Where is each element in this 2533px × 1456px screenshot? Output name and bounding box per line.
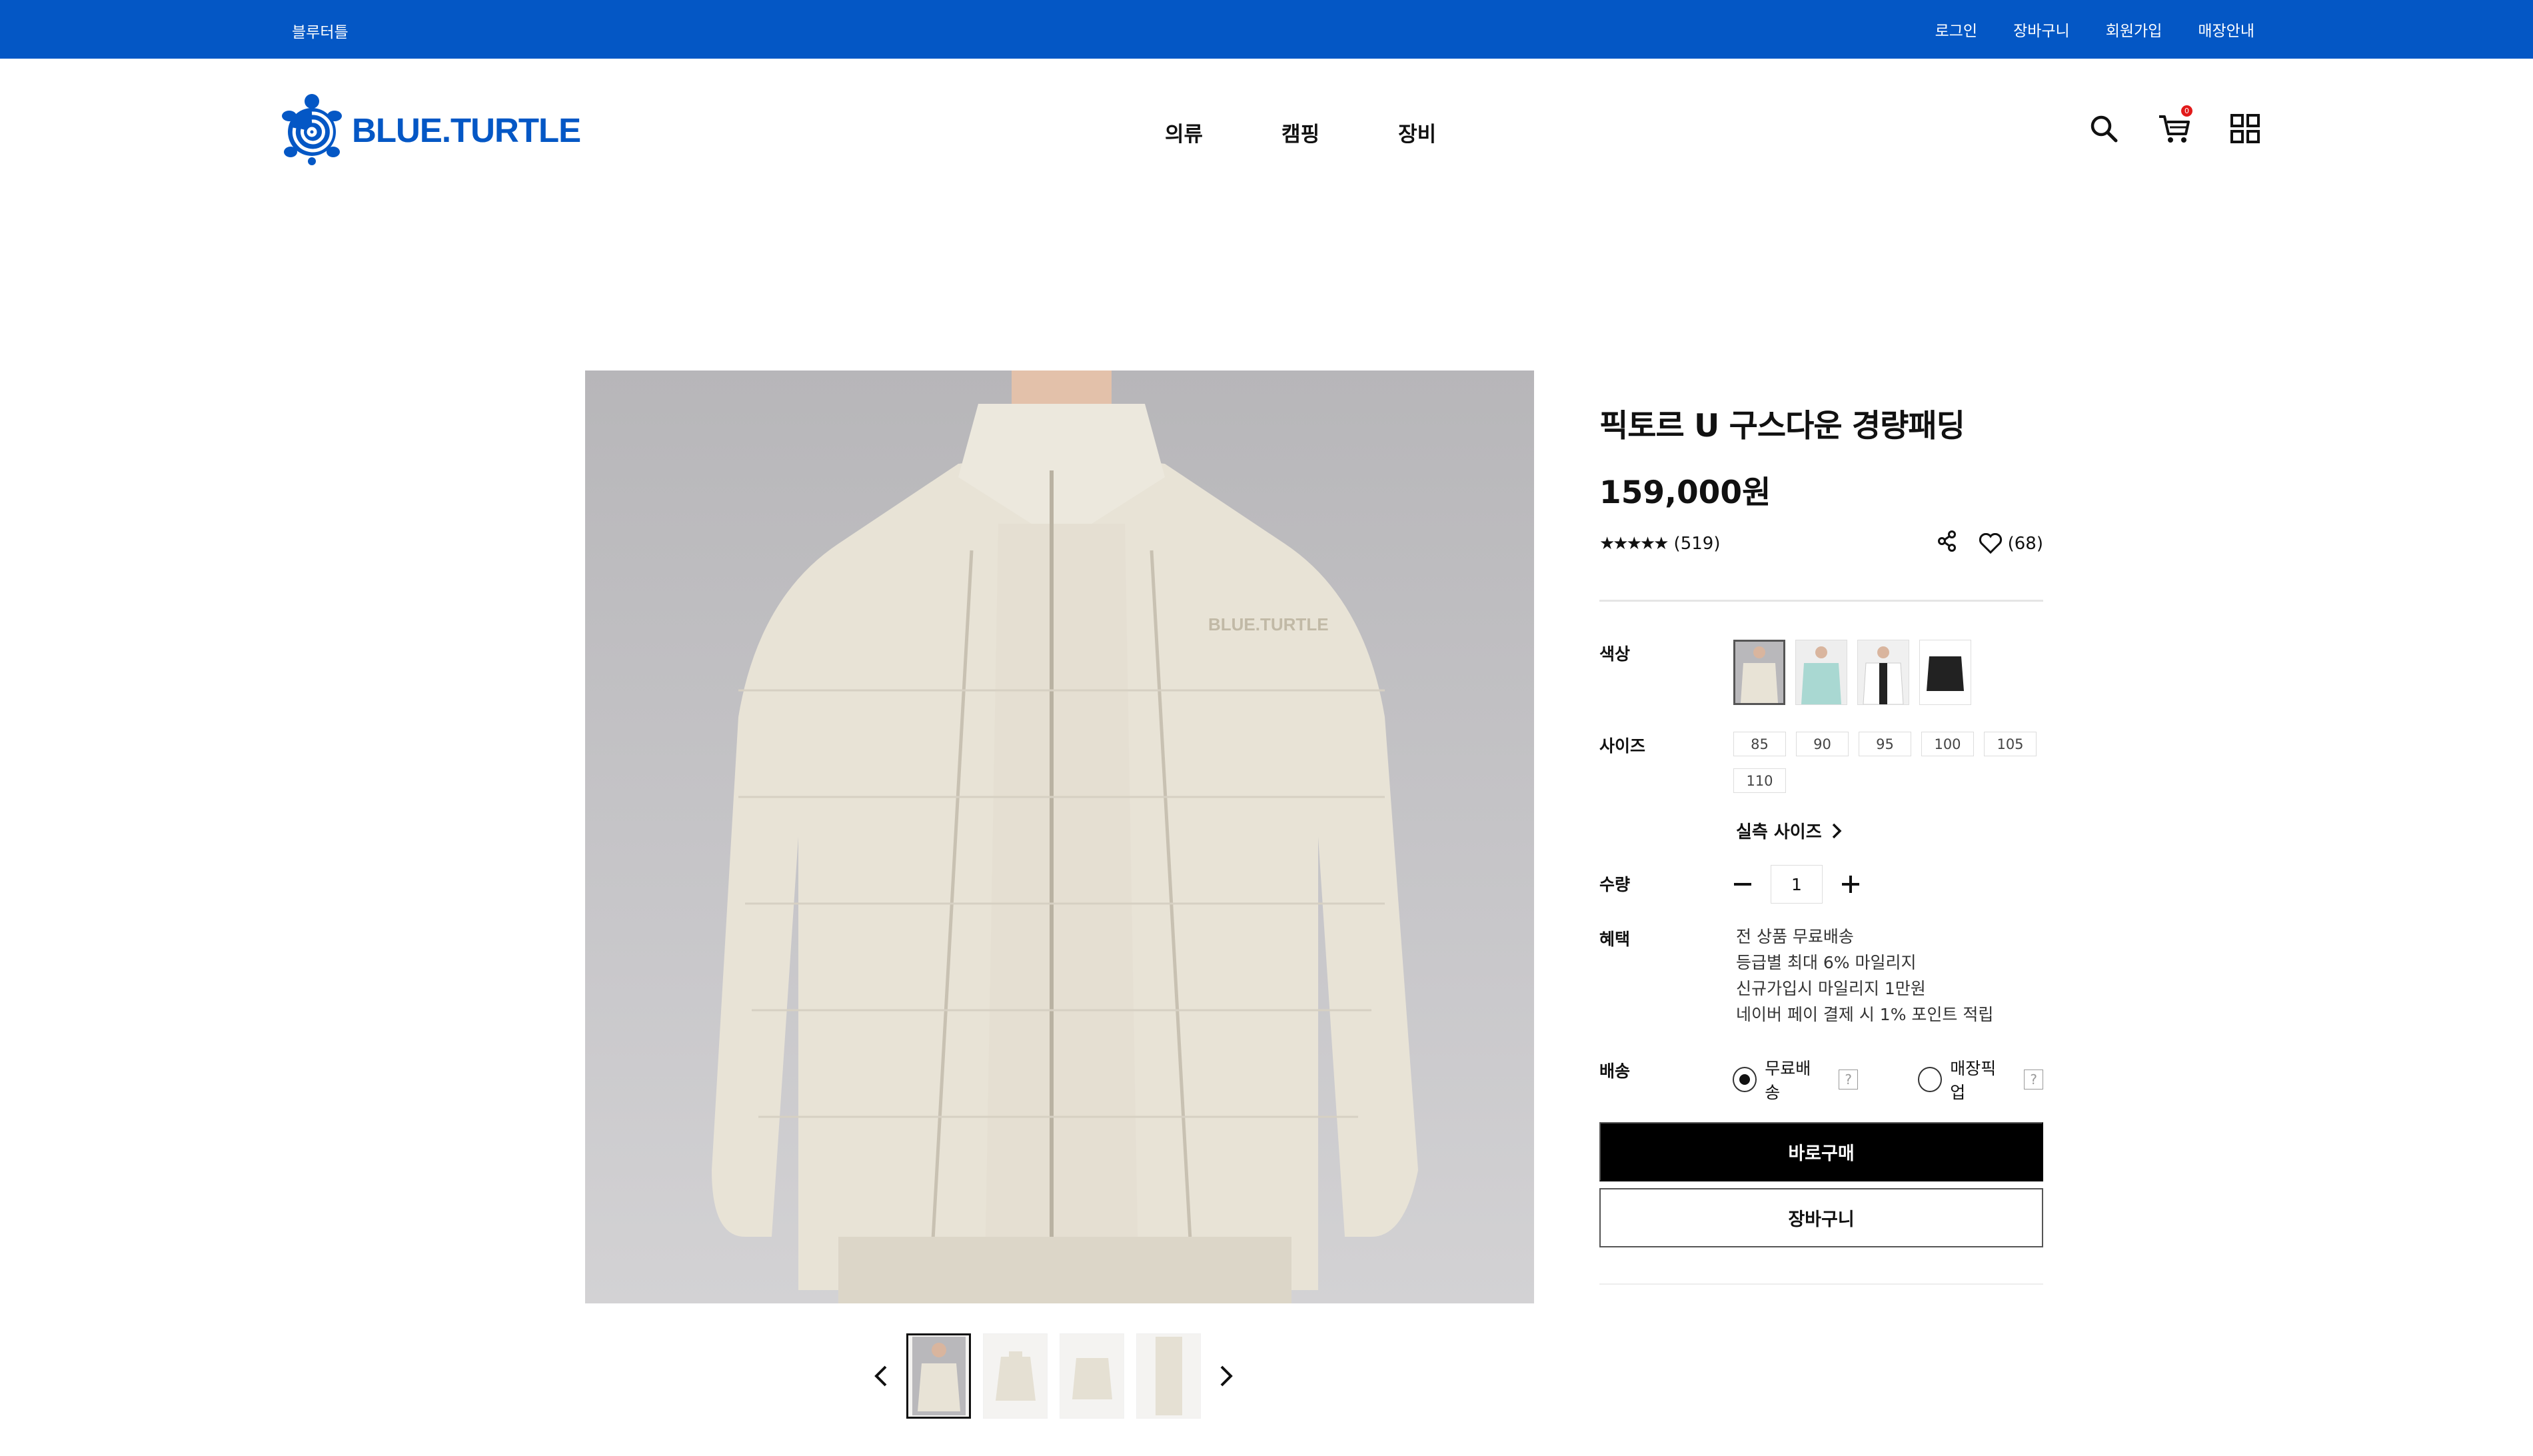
shipping-free-label: 무료배송: [1765, 1059, 1811, 1102]
color-swatches: [1733, 640, 1971, 705]
login-link[interactable]: 로그인: [1935, 18, 1977, 41]
rating[interactable]: ★★★★★ (519): [1599, 534, 1720, 554]
shipping-pickup-label: 매장픽업: [1950, 1059, 1997, 1102]
product-title: 픽토르 U 구스다운 경량패딩: [1599, 408, 1965, 444]
benefit-list: 전 상품 무료배송 등급별 최대 6% 마일리지 신규가입시 마일리지 1만원 …: [1736, 924, 1993, 1028]
size-option-85[interactable]: 85: [1733, 732, 1786, 756]
thumbnail-strip: [868, 1333, 1240, 1419]
product-main-image[interactable]: BLUE.TURTLE: [585, 370, 1534, 1303]
turtle-logo-icon: [281, 92, 343, 168]
real-size-text: 실측 사이즈: [1736, 822, 1822, 842]
shipping-option-pickup[interactable]: 매장픽업 ?: [1918, 1056, 2044, 1103]
nav-item-clothing[interactable]: 의류: [1165, 117, 1203, 147]
minus-button[interactable]: [1729, 871, 1756, 898]
color-swatch-mint[interactable]: [1795, 640, 1847, 705]
radio-checked[interactable]: [1733, 1067, 1757, 1092]
heart-icon: [1979, 532, 2002, 554]
grid-menu-icon[interactable]: [2227, 111, 2263, 147]
size-option-110[interactable]: 110: [1733, 768, 1786, 793]
buy-now-button[interactable]: 바로구매: [1599, 1122, 2043, 1181]
divider: [1599, 600, 2043, 602]
cart-icon[interactable]: 0: [2156, 105, 2192, 147]
jacket-photo: BLUE.TURTLE: [712, 370, 1418, 1303]
help-icon[interactable]: ?: [1839, 1070, 1859, 1090]
size-option-105[interactable]: 105: [1984, 732, 2037, 756]
top-links: 로그인 장바구니 회원가입 매장안내: [1935, 18, 2254, 41]
thumb-prev-button[interactable]: [868, 1356, 894, 1396]
share-like-group: (68): [1937, 530, 2043, 556]
quantity-input[interactable]: 1: [1771, 865, 1823, 904]
top-bar: 블루터틀 로그인 장바구니 회원가입 매장안내: [0, 0, 2533, 59]
plus-icon: [1842, 876, 1859, 893]
store-info-link[interactable]: 매장안내: [2198, 18, 2254, 41]
quantity-label: 수량: [1599, 875, 1631, 894]
product-price: 159,000원: [1599, 474, 1771, 511]
color-label: 색상: [1599, 644, 1631, 664]
header-utilities: 0: [2086, 105, 2263, 147]
color-swatch-beige[interactable]: [1733, 640, 1785, 705]
like-count: (68): [2007, 533, 2043, 554]
benefit-item: 등급별 최대 6% 마일리지: [1736, 953, 1917, 972]
cart-count-badge: 0: [2181, 105, 2192, 117]
color-swatch-white[interactable]: [1857, 640, 1909, 705]
thumbnail-1[interactable]: [906, 1333, 971, 1419]
share-icon[interactable]: [1937, 530, 1957, 556]
like-button[interactable]: (68): [1979, 532, 2043, 554]
real-size-link[interactable]: 실측 사이즈: [1736, 818, 1842, 843]
search-icon[interactable]: [2086, 111, 2122, 147]
nav-item-camping[interactable]: 캠핑: [1281, 117, 1319, 147]
radio-unchecked[interactable]: [1918, 1067, 1943, 1092]
color-swatch-black[interactable]: [1919, 640, 1971, 705]
shipping-options: 무료배송 ? 매장픽업 ?: [1733, 1056, 2044, 1103]
logo[interactable]: BLUE.TURTLE: [281, 92, 581, 168]
quantity-stepper: 1: [1729, 865, 1864, 904]
divider: [1599, 1283, 2043, 1285]
shipping-option-free[interactable]: 무료배송 ?: [1733, 1056, 1859, 1103]
size-label: 사이즈: [1599, 736, 1646, 756]
benefit-item: 네이버 페이 결제 시 1% 포인트 적립: [1736, 1005, 1994, 1024]
thumbnail-2[interactable]: [983, 1333, 1048, 1419]
thumbnail-4[interactable]: [1136, 1333, 1201, 1419]
add-to-cart-button[interactable]: 장바구니: [1599, 1188, 2043, 1247]
shipping-label: 배송: [1599, 1062, 1631, 1081]
top-brand-text[interactable]: 블루터틀: [292, 19, 349, 42]
plus-button[interactable]: [1837, 871, 1864, 898]
logo-text: BLUE.TURTLE: [352, 111, 581, 149]
header: BLUE.TURTLE 의류 캠핑 장비 0: [0, 59, 2533, 205]
cart-link[interactable]: 장바구니: [2013, 18, 2070, 41]
thumbnail-3[interactable]: [1060, 1333, 1124, 1419]
thumb-next-button[interactable]: [1213, 1356, 1240, 1396]
star-rating: ★★★★★: [1599, 534, 1669, 554]
review-count: (519): [1673, 534, 1721, 554]
size-options: 85 90 95 100 105 110: [1733, 732, 2047, 793]
benefit-item: 신규가입시 마일리지 1만원: [1736, 979, 1926, 998]
signup-link[interactable]: 회원가입: [2106, 18, 2162, 41]
chevron-left-icon: [874, 1365, 887, 1387]
benefit-item: 전 상품 무료배송: [1736, 927, 1854, 946]
size-option-95[interactable]: 95: [1859, 732, 1911, 756]
chevron-right-icon: [1832, 823, 1842, 838]
size-option-100[interactable]: 100: [1921, 732, 1974, 756]
size-option-90[interactable]: 90: [1796, 732, 1849, 756]
minus-icon: [1734, 883, 1751, 886]
benefit-label: 혜택: [1599, 930, 1631, 949]
help-icon[interactable]: ?: [2024, 1070, 2044, 1090]
chevron-right-icon: [1220, 1365, 1233, 1387]
svg-text:BLUE.TURTLE: BLUE.TURTLE: [1208, 614, 1329, 634]
nav-item-gear[interactable]: 장비: [1398, 117, 1436, 147]
main-nav: 의류 캠핑 장비: [1165, 117, 1436, 147]
